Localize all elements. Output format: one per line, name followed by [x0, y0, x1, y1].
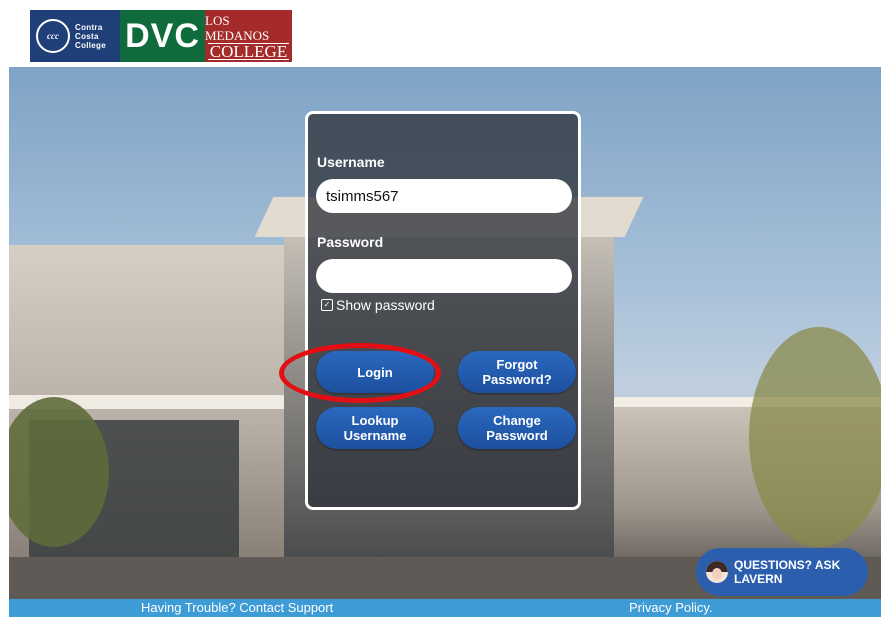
lookup-username-button[interactable]: Lookup Username: [316, 407, 434, 449]
chat-label: QUESTIONS? ASK LAVERN: [734, 558, 841, 586]
dvc-logo: DVC: [120, 10, 205, 62]
college-logos: ccc Contra Costa College DVC LOS MEDANOS…: [30, 10, 292, 62]
ccc-logo-text: Contra Costa College: [75, 23, 106, 50]
privacy-policy-link[interactable]: Privacy Policy.: [629, 600, 713, 615]
password-label: Password: [317, 234, 384, 250]
login-panel: Username Password ✓ Show password Login …: [305, 111, 581, 510]
username-input[interactable]: [316, 179, 572, 213]
los-medanos-college-logo: LOS MEDANOS COLLEGE: [205, 10, 292, 62]
show-password-label: Show password: [336, 297, 435, 313]
contra-costa-college-logo: ccc Contra Costa College: [30, 10, 120, 62]
username-label: Username: [317, 154, 385, 170]
show-password-toggle[interactable]: ✓ Show password: [321, 297, 435, 313]
ask-lavern-chat-button[interactable]: QUESTIONS? ASK LAVERN: [696, 548, 868, 596]
password-input[interactable]: [316, 259, 572, 293]
ccc-logo-line: Costa: [75, 31, 99, 41]
footer-bar: Having Trouble? Contact Support Privacy …: [9, 599, 881, 617]
forgot-password-button[interactable]: Forgot Password?: [458, 351, 576, 393]
avatar-icon: [706, 561, 728, 583]
tree-right: [749, 327, 881, 547]
login-button[interactable]: Login: [316, 351, 434, 393]
ccc-logo-line: Contra: [75, 22, 103, 32]
ccc-logo-line: College: [75, 40, 106, 50]
checkbox-icon[interactable]: ✓: [321, 299, 333, 311]
ccc-seal-icon: ccc: [36, 19, 70, 53]
lmc-logo-line2: COLLEGE: [207, 41, 290, 61]
lmc-logo-line1: LOS MEDANOS: [205, 12, 270, 43]
change-password-button[interactable]: Change Password: [458, 407, 576, 449]
contact-support-link[interactable]: Having Trouble? Contact Support: [141, 600, 333, 615]
